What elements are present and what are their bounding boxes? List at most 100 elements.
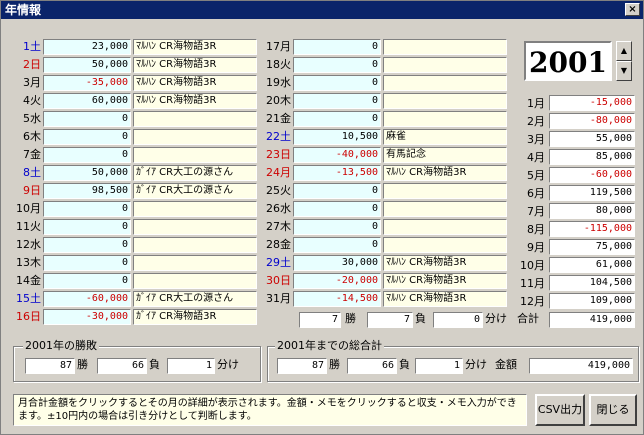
close-button[interactable]: 閉じる: [589, 394, 637, 426]
day-amount-field[interactable]: 0: [43, 237, 131, 253]
day-row: 3月 -35,000 ﾏﾙﾊﾝ CR海物語3R: [13, 75, 257, 91]
day-amount-field[interactable]: 0: [293, 75, 381, 91]
day-amount-field[interactable]: -40,000: [293, 147, 381, 163]
csv-export-button[interactable]: CSV出力: [535, 394, 585, 426]
year-losses-label: 負: [149, 358, 160, 371]
day-memo-field[interactable]: ﾏﾙﾊﾝ CR海物語3R: [133, 57, 257, 73]
day-label: 14金: [16, 274, 41, 287]
month-total-field[interactable]: 55,000: [549, 131, 635, 147]
day-memo-field[interactable]: ｶﾞｲｱ CR大工の源さん: [133, 165, 257, 181]
day-row: 11火 0: [13, 219, 257, 235]
day-amount-field[interactable]: 0: [43, 147, 131, 163]
cumulative-amount-value: 419,000: [529, 358, 633, 374]
year-up-icon[interactable]: ▲: [616, 41, 632, 61]
day-memo-field[interactable]: [383, 111, 507, 127]
day-memo-field[interactable]: [383, 201, 507, 217]
day-amount-field[interactable]: 0: [293, 201, 381, 217]
day-memo-field[interactable]: [133, 129, 257, 145]
day-amount-field[interactable]: 0: [293, 219, 381, 235]
day-amount-field[interactable]: 50,000: [43, 57, 131, 73]
day-memo-field[interactable]: [133, 273, 257, 289]
day-memo-field[interactable]: ﾏﾙﾊﾝ CR海物語3R: [383, 255, 507, 271]
day-memo-field[interactable]: [383, 75, 507, 91]
day-memo-field[interactable]: [383, 219, 507, 235]
day-amount-field[interactable]: 98,500: [43, 183, 131, 199]
day-label: 22土: [266, 130, 291, 143]
day-memo-field[interactable]: ｶﾞｲｱ CR大工の源さん: [133, 291, 257, 307]
day-memo-field[interactable]: ﾏﾙﾊﾝ CR海物語3R: [133, 93, 257, 109]
day-memo-field[interactable]: [133, 255, 257, 271]
day-amount-field[interactable]: 0: [43, 201, 131, 217]
day-row: 13木 0: [13, 255, 257, 271]
day-amount-field[interactable]: -35,000: [43, 75, 131, 91]
day-amount-field[interactable]: 0: [293, 237, 381, 253]
day-amount-field[interactable]: 0: [43, 129, 131, 145]
month-total-field[interactable]: 119,500: [549, 185, 635, 201]
day-amount-field[interactable]: -20,000: [293, 273, 381, 289]
day-amount-field[interactable]: 0: [43, 255, 131, 271]
day-memo-field[interactable]: [133, 237, 257, 253]
day-memo-field[interactable]: ﾏﾙﾊﾝ CR海物語3R: [383, 273, 507, 289]
day-memo-field[interactable]: ﾏﾙﾊﾝ CR海物語3R: [133, 39, 257, 55]
day-amount-field[interactable]: -30,000: [43, 309, 131, 325]
close-icon[interactable]: ×: [625, 3, 640, 16]
month-total-field[interactable]: 104,500: [549, 275, 635, 291]
month-total-field[interactable]: 80,000: [549, 203, 635, 219]
month-total-field[interactable]: 109,000: [549, 293, 635, 309]
month-total-field[interactable]: -80,000: [549, 113, 635, 129]
day-amount-field[interactable]: -14,500: [293, 291, 381, 307]
day-memo-field[interactable]: [383, 39, 507, 55]
day-amount-field[interactable]: 0: [43, 111, 131, 127]
day-memo-field[interactable]: [383, 57, 507, 73]
month-total-field[interactable]: 75,000: [549, 239, 635, 255]
day-label: 24月: [266, 166, 291, 179]
day-memo-field[interactable]: ｶﾞｲｱ CR海物語3R: [133, 309, 257, 325]
day-row: 9日 98,500 ｶﾞｲｱ CR大工の源さん: [13, 183, 257, 199]
day-memo-field[interactable]: [383, 237, 507, 253]
day-memo-field[interactable]: [133, 147, 257, 163]
day-memo-field[interactable]: [383, 183, 507, 199]
month-wins-value: 7: [299, 312, 341, 328]
day-memo-field[interactable]: [133, 201, 257, 217]
day-label: 27木: [266, 220, 291, 233]
day-amount-field[interactable]: 0: [293, 39, 381, 55]
day-amount-field[interactable]: 0: [43, 273, 131, 289]
day-amount-field[interactable]: 50,000: [43, 165, 131, 181]
day-memo-field[interactable]: ｶﾞｲｱ CR大工の源さん: [133, 183, 257, 199]
month-total-field[interactable]: 85,000: [549, 149, 635, 165]
day-memo-field[interactable]: ﾏﾙﾊﾝ CR海物語3R: [383, 291, 507, 307]
cumulative-losses-value: 66: [347, 358, 397, 374]
day-label: 7金: [23, 148, 41, 161]
month-total-field[interactable]: -15,000: [549, 95, 635, 111]
day-memo-field[interactable]: ﾏﾙﾊﾝ CR海物語3R: [383, 165, 507, 181]
day-amount-field[interactable]: 23,000: [43, 39, 131, 55]
day-memo-field[interactable]: 麻雀: [383, 129, 507, 145]
day-amount-field[interactable]: 0: [293, 183, 381, 199]
cumulative-draws-label: 分け: [465, 358, 487, 371]
day-label: 1土: [23, 40, 41, 53]
month-total-field[interactable]: -60,000: [549, 167, 635, 183]
day-memo-field[interactable]: 有馬記念: [383, 147, 507, 163]
cumulative-draws-value: 1: [415, 358, 463, 374]
day-label: 17月: [266, 40, 291, 53]
day-memo-field[interactable]: ﾏﾙﾊﾝ CR海物語3R: [133, 75, 257, 91]
day-amount-field[interactable]: 30,000: [293, 255, 381, 271]
day-memo-field[interactable]: [133, 111, 257, 127]
day-amount-field[interactable]: -13,500: [293, 165, 381, 181]
month-draws-label: 分け: [485, 312, 507, 325]
day-label: 8土: [23, 166, 41, 179]
month-total-field[interactable]: -115,000: [549, 221, 635, 237]
day-memo-field[interactable]: [383, 93, 507, 109]
day-amount-field[interactable]: -60,000: [43, 291, 131, 307]
day-amount-field[interactable]: 60,000: [43, 93, 131, 109]
day-amount-field[interactable]: 0: [293, 111, 381, 127]
day-amount-field[interactable]: 10,500: [293, 129, 381, 145]
day-amount-field[interactable]: 0: [293, 93, 381, 109]
year-down-icon[interactable]: ▼: [616, 61, 632, 81]
day-memo-field[interactable]: [133, 219, 257, 235]
day-amount-field[interactable]: 0: [293, 57, 381, 73]
month-total-field[interactable]: 61,000: [549, 257, 635, 273]
day-row: 2日 50,000 ﾏﾙﾊﾝ CR海物語3R: [13, 57, 257, 73]
day-amount-field[interactable]: 0: [43, 219, 131, 235]
month-row: 9月 75,000: [513, 239, 635, 256]
